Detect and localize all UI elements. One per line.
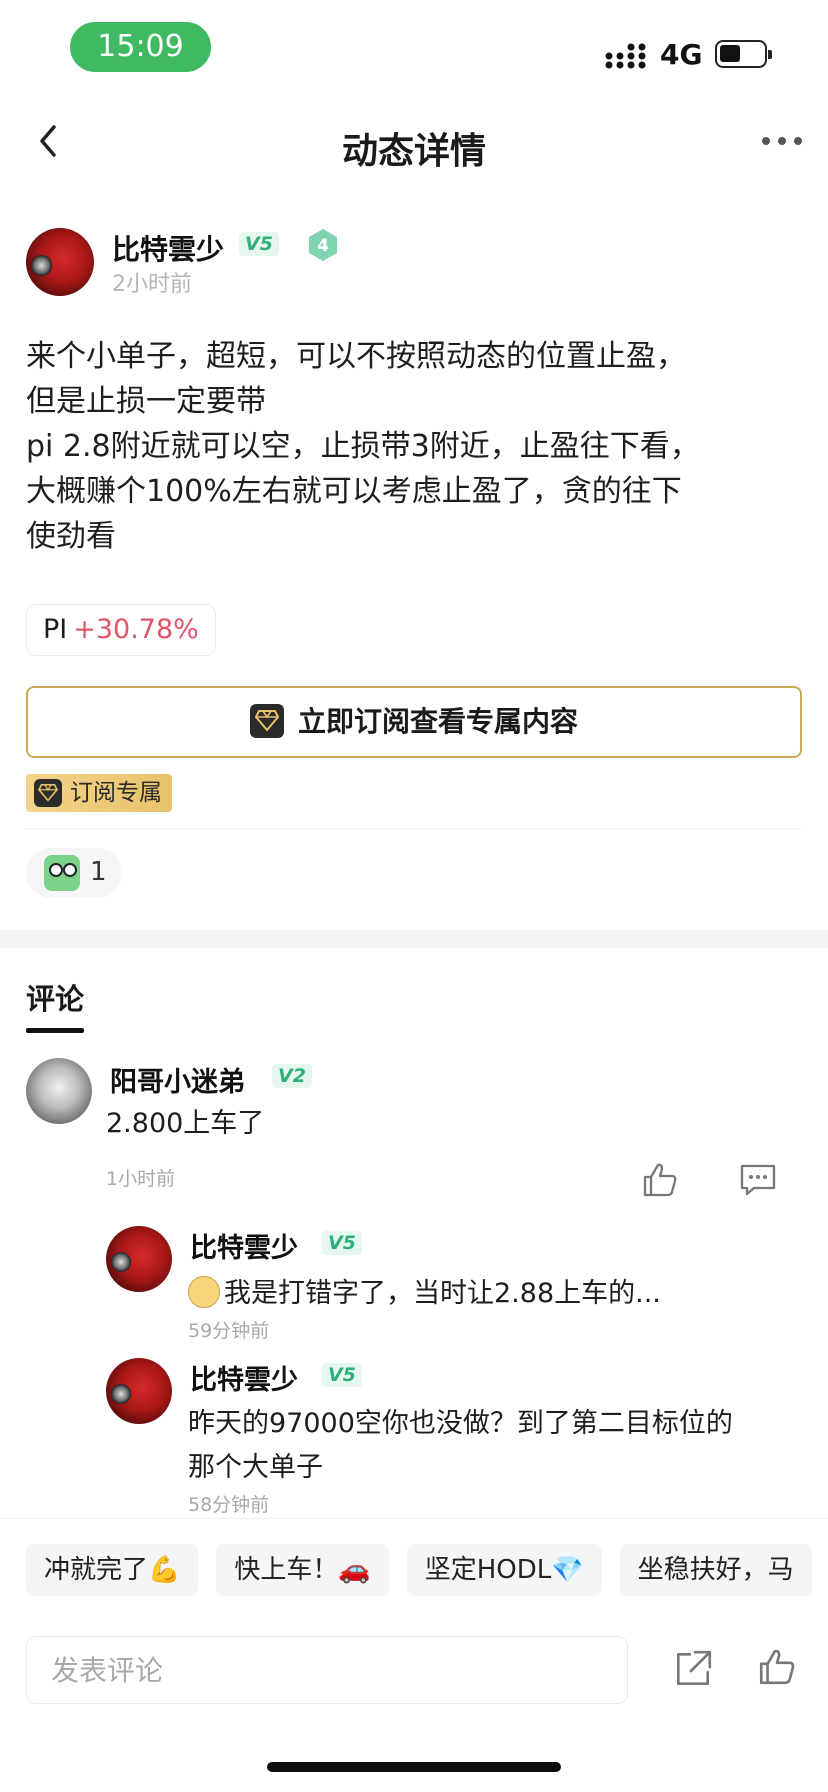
tab-comments[interactable]: 评论 xyxy=(26,976,84,1018)
comment-text: 2.800上车了 xyxy=(106,1108,265,1139)
quick-reply-chip[interactable]: 坐稳扶好，马 xyxy=(619,1544,812,1596)
comment-input[interactable] xyxy=(26,1636,628,1704)
reply-author[interactable]: 比特雲少 xyxy=(190,1226,298,1265)
author-name[interactable]: 比特雲少 xyxy=(112,228,224,268)
home-indicator xyxy=(267,1762,561,1772)
quick-reply-chip[interactable]: 坚定HODL💎 xyxy=(406,1544,602,1596)
quick-replies: 冲就完了💪 快上车！🚗 坚定HODL💎 坐稳扶好，马 xyxy=(26,1544,828,1596)
status-time: 15:09 xyxy=(70,22,211,72)
smile-emoji-icon xyxy=(188,1275,220,1308)
reply-avatar[interactable] xyxy=(106,1226,172,1292)
reply-text: 昨天的97000空你也没做？到了第二目标位的 那个大单子 xyxy=(188,1408,733,1483)
signal-icon xyxy=(605,43,646,69)
quick-reply-chip[interactable]: 快上车！🚗 xyxy=(216,1544,389,1596)
comment-author[interactable]: 阳哥小迷弟 xyxy=(110,1060,245,1099)
vip-badge: V5 xyxy=(239,232,279,256)
post-time: 2小时前 xyxy=(112,272,192,297)
reply-avatar[interactable] xyxy=(106,1358,172,1424)
diamond-icon xyxy=(34,778,62,807)
reply-time: 58分钟前 xyxy=(188,1494,270,1516)
post-content: 来个小单子，超短，可以不按照动态的位置止盈， 但是止损一定要带 pi 2.8附近… xyxy=(26,339,700,554)
coin-change: +30.78% xyxy=(73,614,199,645)
reply-text-body: 我是打错字了，当时让2.88上车的... xyxy=(224,1278,661,1309)
quick-reply-chip[interactable]: 冲就完了💪 xyxy=(26,1544,199,1596)
vip-badge: V5 xyxy=(322,1363,362,1387)
reply-icon[interactable] xyxy=(738,1160,778,1200)
reaction-count: 1 xyxy=(90,857,107,887)
comment-time: 1小时前 xyxy=(106,1168,176,1190)
coin-tag[interactable]: PI +30.78% xyxy=(26,604,216,656)
commenter-avatar[interactable] xyxy=(26,1058,92,1124)
subscribe-button[interactable]: 立即订阅查看专属内容 xyxy=(26,686,802,758)
divider xyxy=(0,1518,828,1519)
reply-time: 59分钟前 xyxy=(188,1320,270,1342)
battery-icon xyxy=(715,40,772,68)
subscribe-label: 立即订阅查看专属内容 xyxy=(297,705,578,738)
subscriber-badge-label: 订阅专属 xyxy=(70,780,162,806)
reply-text: 我是打错字了，当时让2.88上车的... xyxy=(188,1272,808,1316)
section-divider xyxy=(0,930,828,948)
frog-emoji-icon xyxy=(44,855,80,891)
vip-badge: V5 xyxy=(322,1231,362,1255)
like-icon[interactable] xyxy=(756,1646,798,1688)
subscriber-badge: 订阅专属 xyxy=(26,774,172,812)
status-bar: 15:09 4G xyxy=(0,0,828,96)
coin-symbol: PI xyxy=(43,614,68,645)
more-icon[interactable] xyxy=(760,126,804,156)
share-icon[interactable] xyxy=(672,1648,714,1690)
page-title: 动态详情 xyxy=(341,131,486,172)
author-avatar[interactable] xyxy=(26,228,94,296)
reaction-chip[interactable]: 1 xyxy=(26,848,122,898)
tab-underline xyxy=(26,1028,84,1033)
network-type: 4G xyxy=(660,38,703,71)
reply-author[interactable]: 比特雲少 xyxy=(190,1358,298,1397)
like-icon[interactable] xyxy=(640,1160,680,1200)
post-author: 比特雲少 V5 4 2小时前 xyxy=(26,228,806,298)
vip-badge: V2 xyxy=(272,1064,312,1088)
level-number: 4 xyxy=(317,236,329,256)
nav-bar: 动态详情 xyxy=(0,96,828,196)
divider xyxy=(26,828,802,829)
level-badge: 4 xyxy=(309,229,337,261)
diamond-icon xyxy=(249,704,284,738)
